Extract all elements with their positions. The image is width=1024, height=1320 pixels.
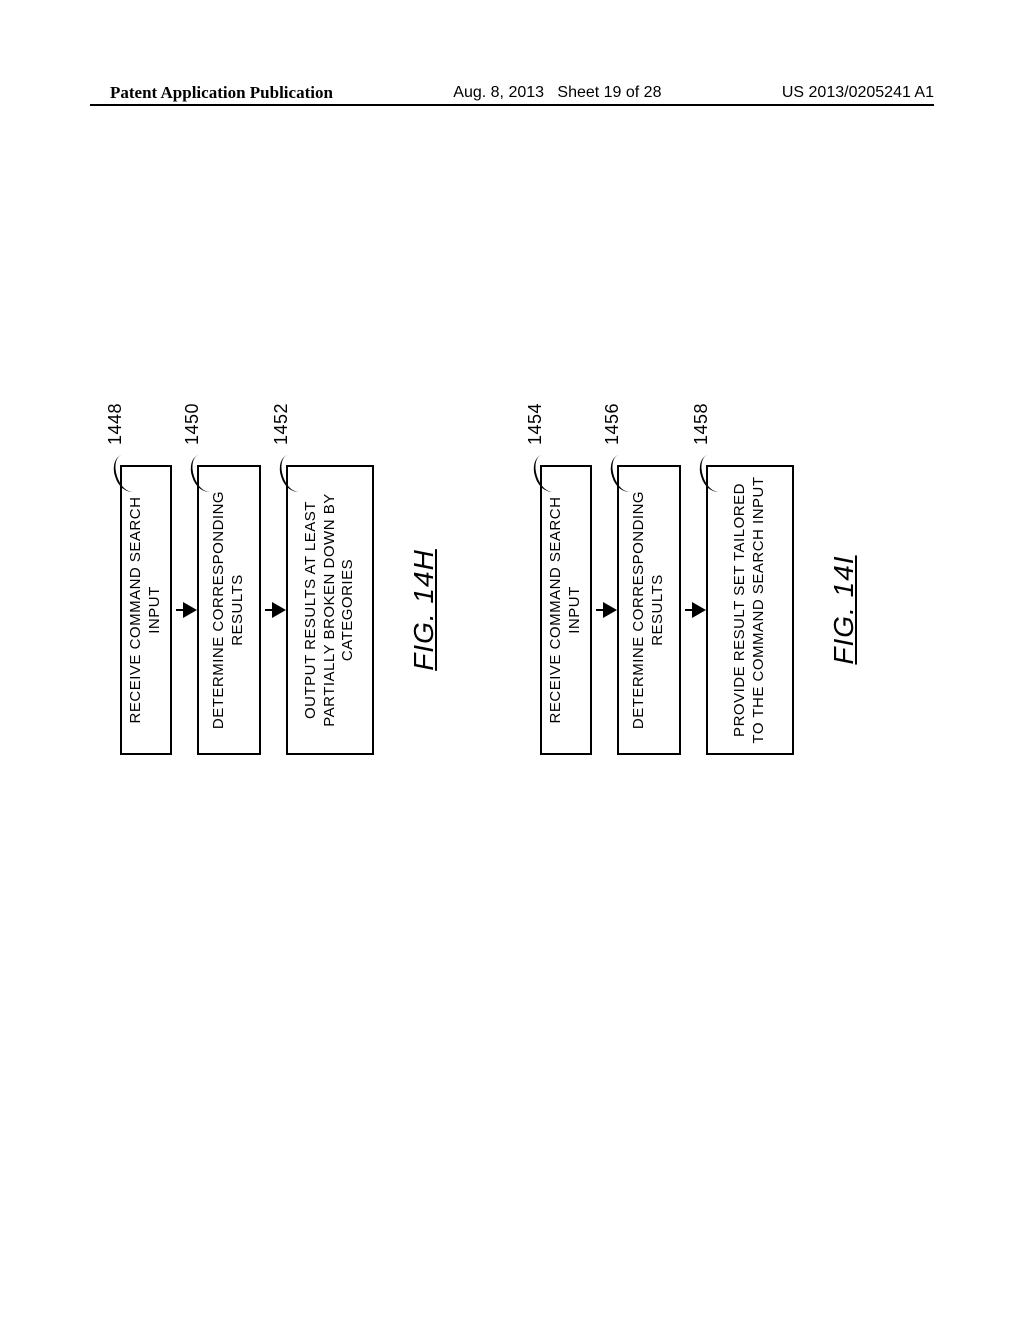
step-1450: DETERMINE CORRESPONDING RESULTS 1450 (197, 465, 261, 755)
ref-1450: 1450 (181, 403, 204, 495)
ref-1458-num: 1458 (691, 403, 711, 445)
step-1456: DETERMINE CORRESPONDING RESULTS 1456 (617, 465, 681, 755)
ref-1454-num: 1454 (525, 403, 545, 445)
step-1458-text: PROVIDE RESULT SET TAILORED TO THE COMMA… (731, 475, 769, 745)
step-1450-text: DETERMINE CORRESPONDING RESULTS (210, 475, 248, 745)
header-sheet: Sheet 19 of 28 (557, 84, 661, 101)
arrow-down-icon (596, 609, 615, 612)
flowchart-14i: RECEIVE COMMAND SEARCH INPUT 1454 DETERM… (540, 180, 860, 1040)
leader-line-icon (271, 455, 293, 495)
ref-1458: 1458 (690, 403, 713, 495)
leader-line-icon (691, 455, 713, 495)
ref-1448: 1448 (104, 403, 127, 495)
step-1456-text: DETERMINE CORRESPONDING RESULTS (630, 475, 668, 745)
step-1458: PROVIDE RESULT SET TAILORED TO THE COMMA… (706, 465, 794, 755)
step-1454-text: RECEIVE COMMAND SEARCH INPUT (547, 475, 585, 745)
step-1454: RECEIVE COMMAND SEARCH INPUT 1454 (540, 465, 592, 755)
step-1448: RECEIVE COMMAND SEARCH INPUT 1448 (120, 465, 172, 755)
flowchart-14i-inner: RECEIVE COMMAND SEARCH INPUT 1454 DETERM… (540, 180, 860, 1040)
flowchart-14h-inner: RECEIVE COMMAND SEARCH INPUT 1448 DETERM… (120, 180, 440, 1040)
ref-1456-num: 1456 (602, 403, 622, 445)
step-1448-text: RECEIVE COMMAND SEARCH INPUT (127, 475, 165, 745)
figure-label-14h: FIG. 14H (408, 549, 440, 671)
step-1452-text: OUTPUT RESULTS AT LEAST PARTIALLY BROKEN… (302, 475, 358, 745)
patent-page: Patent Application Publication Aug. 8, 2… (0, 0, 1024, 1320)
ref-1448-num: 1448 (105, 403, 125, 445)
header-date: Aug. 8, 2013 (453, 84, 544, 101)
arrow-down-icon (265, 609, 284, 612)
ref-1450-num: 1450 (182, 403, 202, 445)
ref-1452-num: 1452 (271, 403, 291, 445)
leader-line-icon (182, 455, 204, 495)
header-center: Aug. 8, 2013 Sheet 19 of 28 (453, 84, 661, 102)
leader-line-icon (602, 455, 624, 495)
flowchart-14h: RECEIVE COMMAND SEARCH INPUT 1448 DETERM… (120, 180, 440, 1040)
leader-line-icon (525, 455, 547, 495)
ref-1452: 1452 (270, 403, 293, 495)
arrow-down-icon (176, 609, 195, 612)
step-1452: OUTPUT RESULTS AT LEAST PARTIALLY BROKEN… (286, 465, 374, 755)
header-left: Patent Application Publication (110, 83, 333, 103)
ref-1454: 1454 (524, 403, 547, 495)
leader-line-icon (105, 455, 127, 495)
ref-1456: 1456 (601, 403, 624, 495)
figure-label-14i: FIG. 14I (828, 555, 860, 664)
arrow-down-icon (685, 609, 704, 612)
header-rule (90, 104, 934, 106)
header-right: US 2013/0205241 A1 (782, 84, 934, 102)
